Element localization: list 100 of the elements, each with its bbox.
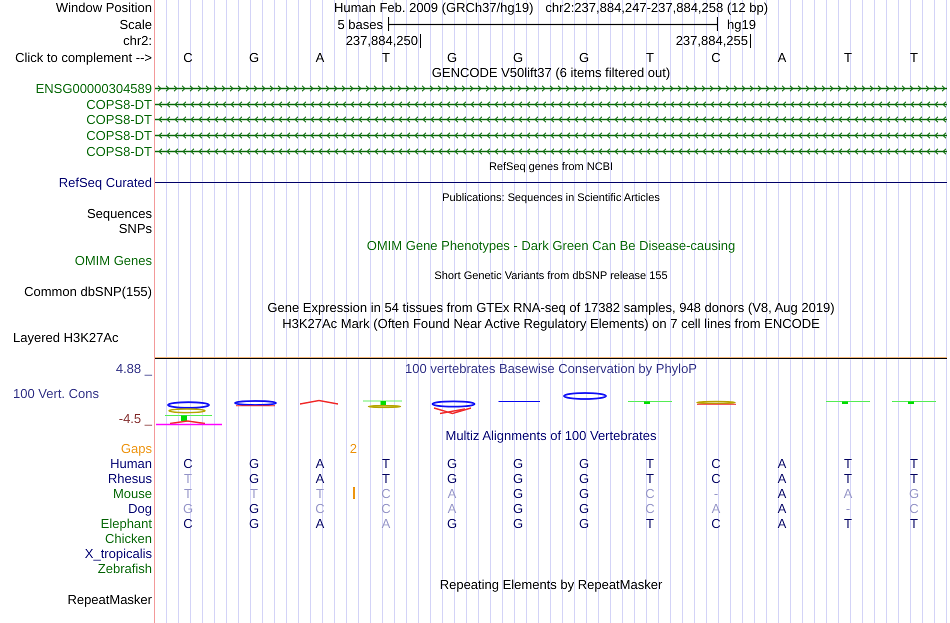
aligned-base: A [316, 456, 324, 471]
aligned-base: C [645, 500, 655, 516]
scale-length: 5 bases [337, 16, 383, 32]
conservation-logo [563, 392, 607, 400]
chromosome-label: chr2: [123, 33, 152, 48]
base-letter[interactable]: G [446, 50, 458, 65]
track-label[interactable]: Dog [128, 500, 152, 516]
aligned-base: G [248, 500, 260, 516]
position-range: chr2:237,884,247-237,884,258 (12 bp) [545, 0, 768, 16]
aligned-base: T [184, 470, 192, 486]
scale-assembly: hg19 [727, 16, 756, 32]
aligned-base: A [382, 516, 390, 531]
aligned-base: C [183, 516, 193, 531]
track-label[interactable]: Mouse [112, 486, 152, 501]
track-label[interactable]: RepeatMasker [67, 592, 152, 607]
aligned-base: A [316, 470, 324, 486]
aligned-base: T [844, 516, 852, 531]
aligned-base: A [778, 456, 786, 471]
track-label[interactable]: SNPs [118, 221, 152, 236]
aligned-base: T [910, 456, 918, 471]
aligned-base: G [578, 456, 590, 471]
gene-model-line[interactable] [155, 100, 947, 108]
track-label[interactable]: COPS8-DT [86, 144, 152, 160]
aligned-base: T [382, 456, 390, 471]
aligned-base: C [645, 486, 655, 501]
track-label[interactable]: RefSeq Curated [58, 175, 152, 190]
coordinate-tick [420, 34, 421, 48]
track-label[interactable]: COPS8-DT [86, 128, 152, 144]
base-letter[interactable]: A [316, 50, 324, 65]
track-label[interactable]: Common dbSNP(155) [24, 284, 152, 300]
aligned-base: G [182, 500, 194, 516]
aligned-base: T [844, 456, 852, 471]
aligned-base: T [910, 516, 918, 531]
track-label[interactable]: OMIM Genes [74, 253, 152, 268]
aligned-base: G [446, 516, 458, 531]
aligned-base: G [578, 486, 590, 501]
aligned-base: G [248, 456, 260, 471]
base-letter[interactable]: T [844, 50, 852, 65]
base-letter[interactable]: G [512, 50, 524, 65]
aligned-base: C [183, 456, 193, 471]
gene-model-line[interactable] [155, 148, 947, 156]
aligned-base: - [846, 500, 850, 516]
coordinate-tick [750, 34, 751, 48]
coordinate-label: 237,884,250 [346, 33, 418, 48]
track-title: Repeating Elements by RepeatMasker [440, 576, 662, 592]
base-letter[interactable]: G [248, 50, 260, 65]
aligned-base: G [446, 456, 458, 471]
base-letter[interactable]: T [646, 50, 654, 65]
aligned-base: T [844, 470, 852, 486]
aligned-base: C [381, 500, 391, 516]
track-label[interactable]: Layered H3K27Ac [13, 330, 119, 345]
aligned-base: T [316, 486, 324, 501]
track-label[interactable]: Rhesus [108, 470, 152, 486]
base-letter[interactable]: C [711, 50, 721, 65]
gene-model-line[interactable] [155, 116, 947, 124]
aligned-base: G [512, 456, 524, 471]
track-title: OMIM Gene Phenotypes - Dark Green Can Be Disease-causing [366, 238, 736, 253]
aligned-base: T [250, 486, 258, 501]
track-label[interactable]: ENSG00000304589 [36, 80, 152, 96]
track-label[interactable]: Human [110, 456, 152, 471]
aligned-base: G [908, 486, 920, 501]
conservation-logo [628, 401, 672, 404]
coordinate-label: 237,884,255 [676, 33, 748, 48]
aligned-base: C [711, 456, 721, 471]
track-label[interactable]: Zebrafish [98, 560, 152, 576]
base-letter[interactable]: A [778, 50, 786, 65]
aligned-base: C [711, 516, 721, 531]
window-position-label: Window Position [56, 0, 152, 16]
aligned-base: C [909, 500, 919, 516]
scale-max-label: 4.88 _ [116, 361, 152, 376]
track-label[interactable]: Elephant [100, 516, 152, 531]
aligned-base: G [578, 470, 590, 486]
aligned-base: G [578, 516, 590, 531]
track-label[interactable]: X_tropicalis [84, 546, 152, 561]
gene-model-line[interactable] [155, 132, 947, 140]
base-letter[interactable]: G [578, 50, 590, 65]
track-label[interactable]: Chicken [105, 530, 152, 546]
track-label[interactable]: 100 Vert. Cons [13, 386, 99, 402]
aligned-base: T [382, 470, 390, 486]
track-label[interactable]: COPS8-DT [86, 96, 152, 112]
track-label[interactable]: Sequences [86, 206, 152, 221]
base-letter[interactable]: C [183, 50, 193, 65]
base-letter[interactable]: T [910, 50, 918, 65]
aligned-base: T [646, 456, 654, 471]
scale-label: Scale [119, 16, 152, 32]
aligned-base: A [778, 516, 786, 531]
aligned-base: C [315, 500, 325, 516]
track-title: 100 vertebrates Basewise Conservation by PhyloP [405, 361, 697, 376]
gene-model-line[interactable] [155, 84, 947, 92]
aligned-base: T [910, 470, 918, 486]
base-letter[interactable]: T [382, 50, 390, 65]
track-title: Short Genetic Variants from dbSNP release 155 [434, 268, 668, 284]
track-title: RefSeq genes from NCBI [488, 160, 614, 175]
aligned-base: G [248, 470, 260, 486]
track-label[interactable]: COPS8-DT [86, 112, 152, 128]
conservation-logo [362, 400, 402, 409]
gene-line[interactable] [155, 182, 947, 184]
conservation-logo [234, 400, 277, 407]
aligned-base: G [512, 470, 524, 486]
track-title: Multiz Alignments of 100 Vertebrates [445, 428, 656, 443]
